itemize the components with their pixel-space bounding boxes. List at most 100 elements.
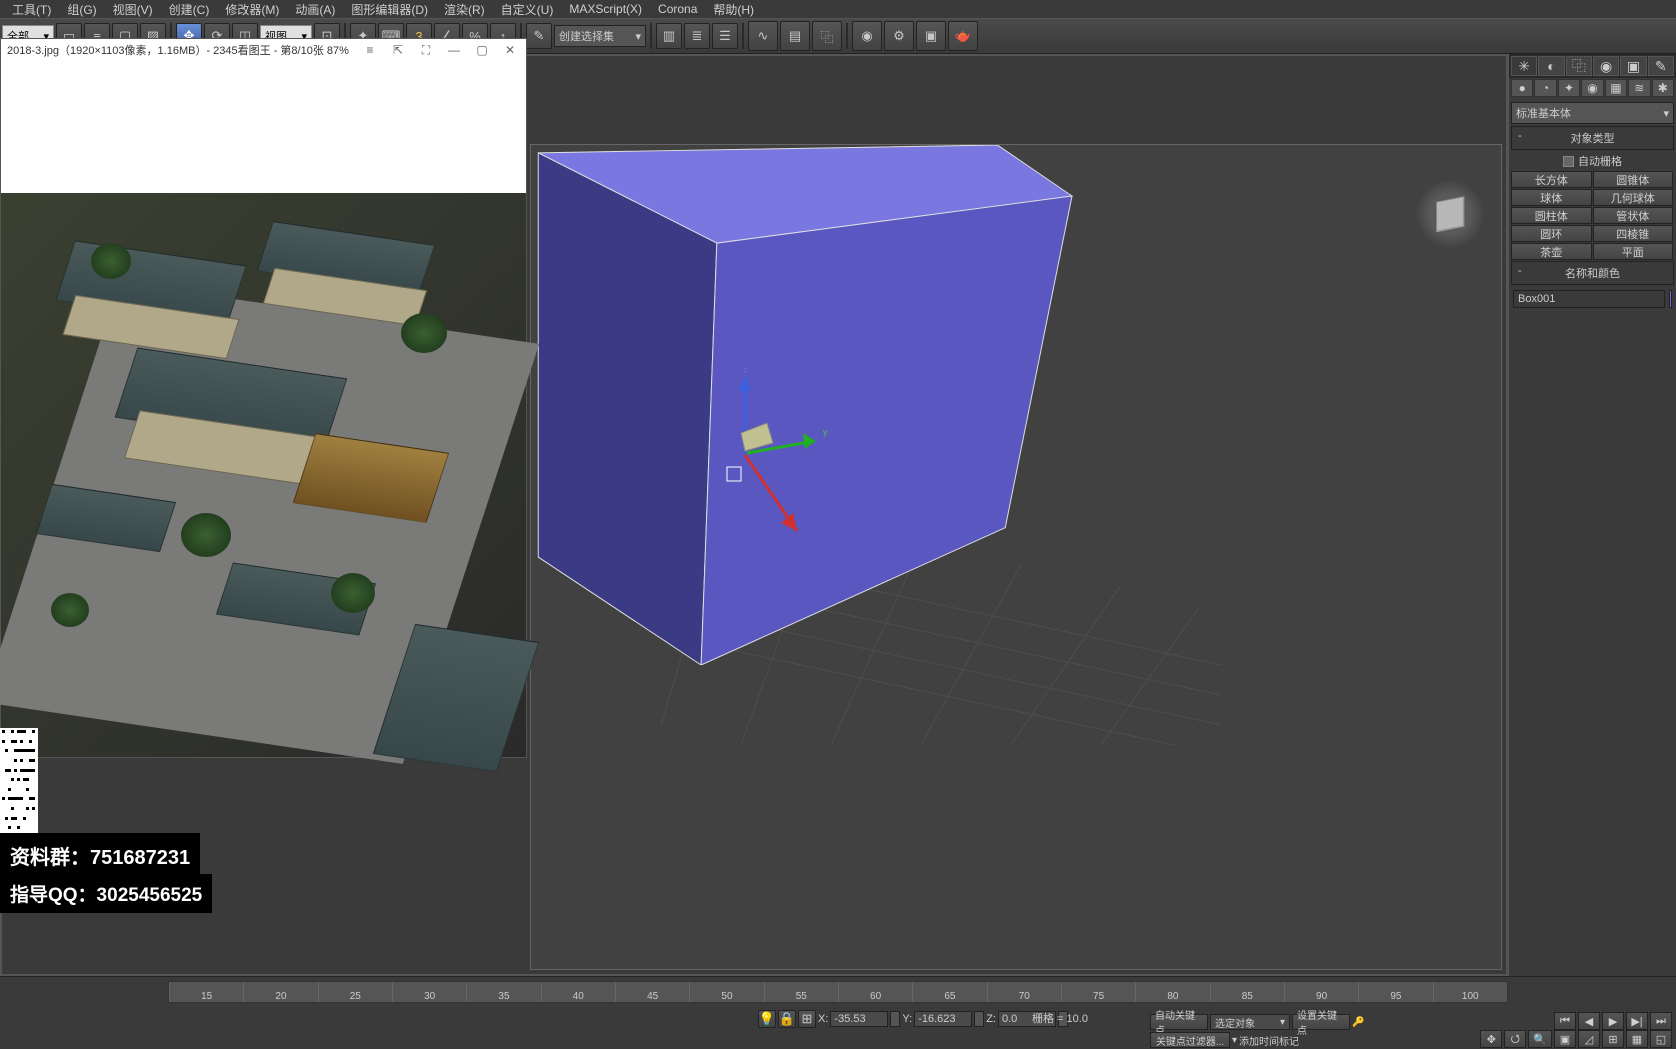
x-coord-input[interactable] [830,1011,888,1027]
goto-start-button[interactable]: ⏮ [1554,1012,1576,1030]
systems-subtab[interactable]: ✱ [1652,79,1674,97]
addtime-icon[interactable]: ▾ [1232,1035,1237,1046]
prev-frame-button[interactable]: ◀ [1578,1012,1600,1030]
selection-lock-icon[interactable]: 💡 [758,1010,776,1028]
tick: 55 [764,982,838,1002]
tube-button[interactable]: 管状体 [1593,207,1674,224]
shapes-subtab[interactable]: ◔ [1534,79,1556,97]
plane-button[interactable]: 平面 [1593,243,1674,260]
y-spinner[interactable] [974,1011,984,1027]
image-viewer-titlebar[interactable]: 2018-3.jpg（1920×1103像素，1.16MB）- 2345看图王 … [1,39,526,61]
playback-controls: ⏮ ◀ ▶ ▶| ⏭ [1554,1012,1672,1030]
menu-view[interactable]: 视图(V) [105,1,161,18]
motion-tab[interactable]: ◉ [1593,56,1619,76]
lock-icon[interactable]: 🔒 [778,1010,796,1028]
menu-help[interactable]: 帮助(H) [705,1,762,18]
curve-editor-button[interactable]: ∿ [748,21,778,51]
tick: 45 [615,982,689,1002]
object-type-header[interactable]: -对象类型 [1511,126,1674,150]
image-viewer-window[interactable]: 2018-3.jpg（1920×1103像素，1.16MB）- 2345看图王 … [0,38,527,758]
mirror-button[interactable]: ▥ [656,23,682,49]
image-viewer-body [1,61,526,193]
arc-rotate-button[interactable]: ⭯ [1504,1030,1526,1048]
object-name-input[interactable] [1513,290,1665,308]
max-toggle-button[interactable]: ▦ [1626,1030,1648,1048]
menu-tools[interactable]: 工具(T) [4,1,59,18]
key-filters-button[interactable]: 关键点过滤器... [1150,1032,1230,1048]
cone-button[interactable]: 圆锥体 [1593,171,1674,188]
zoom-extents-button[interactable]: ▣ [1554,1030,1576,1048]
pyramid-button[interactable]: 四棱锥 [1593,225,1674,242]
utilities-tab[interactable]: ✎ [1648,56,1674,76]
perspective-viewport[interactable]: z y [530,144,1502,970]
menu-customize[interactable]: 自定义(U) [493,1,562,18]
geom-category-dropdown[interactable]: 标准基本体▾ [1511,102,1674,124]
fullscreen-icon[interactable]: ⛶ [416,41,436,59]
layer-manager-button[interactable]: ☰ [712,23,738,49]
dope-sheet-button[interactable]: ▤ [780,21,810,51]
rendered-frame-button[interactable]: ▣ [916,21,946,51]
key-target-dropdown[interactable]: 选定对象▾ [1210,1014,1290,1030]
cameras-subtab[interactable]: ◉ [1581,79,1603,97]
tick: 35 [466,982,540,1002]
named-selset-dropdown[interactable]: 创建选择集▾ [554,25,646,47]
box-button[interactable]: 长方体 [1511,171,1592,188]
autokey-button[interactable]: 自动关键点 [1150,1014,1208,1030]
fov-button[interactable]: ◿ [1578,1030,1600,1048]
menu-maxscript[interactable]: MAXScript(X) [561,2,650,16]
tick: 25 [318,982,392,1002]
play-button[interactable]: ▶ [1602,1012,1624,1030]
tick: 95 [1358,982,1432,1002]
menu-render[interactable]: 渲染(R) [436,1,493,18]
absolute-mode-icon[interactable]: ⊞ [798,1010,816,1028]
display-tab[interactable]: ▣ [1620,56,1646,76]
align-button[interactable]: ≣ [684,23,710,49]
y-coord-input[interactable] [914,1011,972,1027]
edit-selection-set-button[interactable]: ✎ [526,23,552,49]
render-setup-button[interactable]: ⚙ [884,21,914,51]
minimize-icon[interactable]: — [444,41,464,59]
pin-icon[interactable]: ⇱ [388,41,408,59]
maximize-icon[interactable]: ▢ [472,41,492,59]
min-max-button[interactable]: ◱ [1650,1030,1672,1048]
menu-corona[interactable]: Corona [650,2,705,16]
teapot-button[interactable]: 茶壶 [1511,243,1592,260]
timeline-area: 15 20 25 30 35 40 45 50 55 60 65 70 75 8… [0,976,1676,1048]
key-icon[interactable]: 🔑 [1352,1017,1364,1028]
add-time-tag-label[interactable]: 添加时间标记 [1239,1033,1299,1048]
next-frame-button[interactable]: ▶| [1626,1012,1648,1030]
menu-icon[interactable]: ≡ [360,41,380,59]
torus-button[interactable]: 圆环 [1511,225,1592,242]
time-slider[interactable]: 15 20 25 30 35 40 45 50 55 60 65 70 75 8… [168,981,1508,1003]
box-primitive[interactable] [531,145,1091,665]
zoom-button[interactable]: 🔍 [1528,1030,1552,1048]
pan-button[interactable]: ✥ [1480,1030,1502,1048]
zoom-all-button[interactable]: ⊞ [1602,1030,1624,1048]
cylinder-button[interactable]: 圆柱体 [1511,207,1592,224]
material-editor-button[interactable]: ◉ [852,21,882,51]
menu-create[interactable]: 创建(C) [161,1,218,18]
helpers-subtab[interactable]: ▦ [1605,79,1627,97]
close-icon[interactable]: ✕ [500,41,520,59]
sphere-button[interactable]: 球体 [1511,189,1592,206]
modify-tab[interactable]: ◐ [1538,56,1564,76]
lights-subtab[interactable]: ✦ [1558,79,1580,97]
create-tab[interactable]: ✳ [1511,56,1537,76]
hierarchy-tab[interactable]: ⿻ [1566,56,1592,76]
object-color-swatch[interactable] [1669,290,1672,308]
menu-animation[interactable]: 动画(A) [287,1,343,18]
goto-end-button[interactable]: ⏭ [1650,1012,1672,1030]
schematic-view-button[interactable]: ⿻ [812,21,842,51]
spacewarps-subtab[interactable]: ≋ [1628,79,1650,97]
menu-group[interactable]: 组(G) [59,1,104,18]
viewcube[interactable] [1415,179,1485,249]
geometry-subtab[interactable]: ● [1511,79,1533,97]
geosphere-button[interactable]: 几何球体 [1593,189,1674,206]
autogrid-checkbox[interactable] [1563,156,1574,167]
menu-modifiers[interactable]: 修改器(M) [217,1,287,18]
setkey-button[interactable]: 设置关键点 [1292,1014,1350,1030]
x-spinner[interactable] [890,1011,900,1027]
render-production-button[interactable]: 🫖 [948,21,978,51]
menu-grapheditors[interactable]: 图形编辑器(D) [343,1,436,18]
name-color-header[interactable]: -名称和颜色 [1511,261,1674,285]
